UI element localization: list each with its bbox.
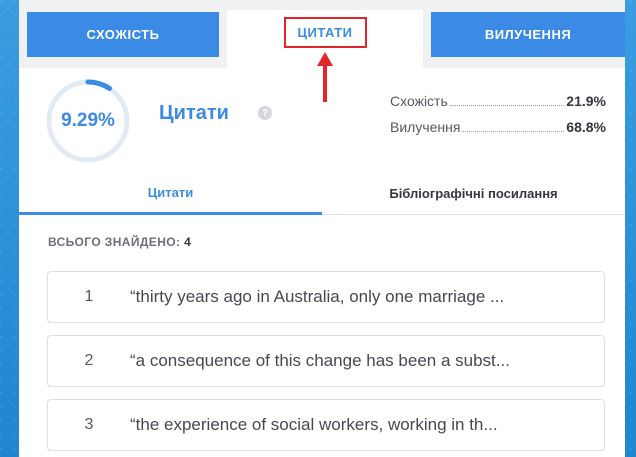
report-panel: СХОЖІСТЬ ЦИТАТИ ВИЛУЧЕННЯ 9.29% Цитати ?… (19, 0, 625, 457)
citation-item[interactable]: 2 “a consequence of this change has been… (47, 335, 605, 387)
annotation-arrow-icon (317, 52, 333, 102)
citation-number: 2 (84, 352, 94, 369)
tab-exclusions-label: ВИЛУЧЕННЯ (484, 27, 572, 42)
tab-similarity-label: СХОЖІСТЬ (86, 27, 160, 42)
subtab-bibliography[interactable]: Бібліографічні посилання (322, 172, 625, 214)
citation-item[interactable]: 3 “the experience of social workers, wor… (47, 399, 605, 451)
stat-value: 21.9% (566, 93, 606, 109)
dot-leader (449, 105, 565, 106)
score-gauge: 9.29% (45, 78, 131, 164)
stat-label: Схожість (390, 93, 448, 109)
citation-number: 3 (84, 416, 94, 433)
section-title: Цитати (159, 102, 229, 124)
citation-text: “thirty years ago in Australia, only one… (130, 287, 590, 307)
found-label: ВСЬОГО ЗНАЙДЕНО: (48, 235, 181, 249)
citation-text: “a consequence of this change has been a… (130, 351, 590, 371)
found-count: 4 (184, 235, 192, 249)
stats-list: Схожість 21.9% Вилучення 68.8% (390, 93, 606, 145)
stat-label: Вилучення (390, 119, 461, 135)
tab-exclusions[interactable]: ВИЛУЧЕННЯ (431, 12, 625, 57)
citation-number: 1 (84, 288, 94, 305)
sub-tab-bar: Цитати Бібліографічні посилання (19, 172, 625, 215)
citation-text: “the experience of social workers, worki… (130, 415, 590, 435)
subtab-citations[interactable]: Цитати (19, 172, 322, 215)
stat-exclusions: Вилучення 68.8% (390, 119, 606, 145)
stat-value: 68.8% (566, 119, 606, 135)
found-total: ВСЬОГО ЗНАЙДЕНО: 4 (48, 235, 191, 249)
citation-item[interactable]: 1 “thirty years ago in Australia, only o… (47, 271, 605, 323)
score-value: 9.29% (61, 110, 115, 131)
dot-leader (462, 131, 565, 132)
stat-similarity: Схожість 21.9% (390, 93, 606, 119)
tab-citations-label: ЦИТАТИ (283, 16, 367, 48)
tab-similarity[interactable]: СХОЖІСТЬ (27, 12, 219, 57)
help-icon[interactable]: ? (258, 106, 272, 120)
